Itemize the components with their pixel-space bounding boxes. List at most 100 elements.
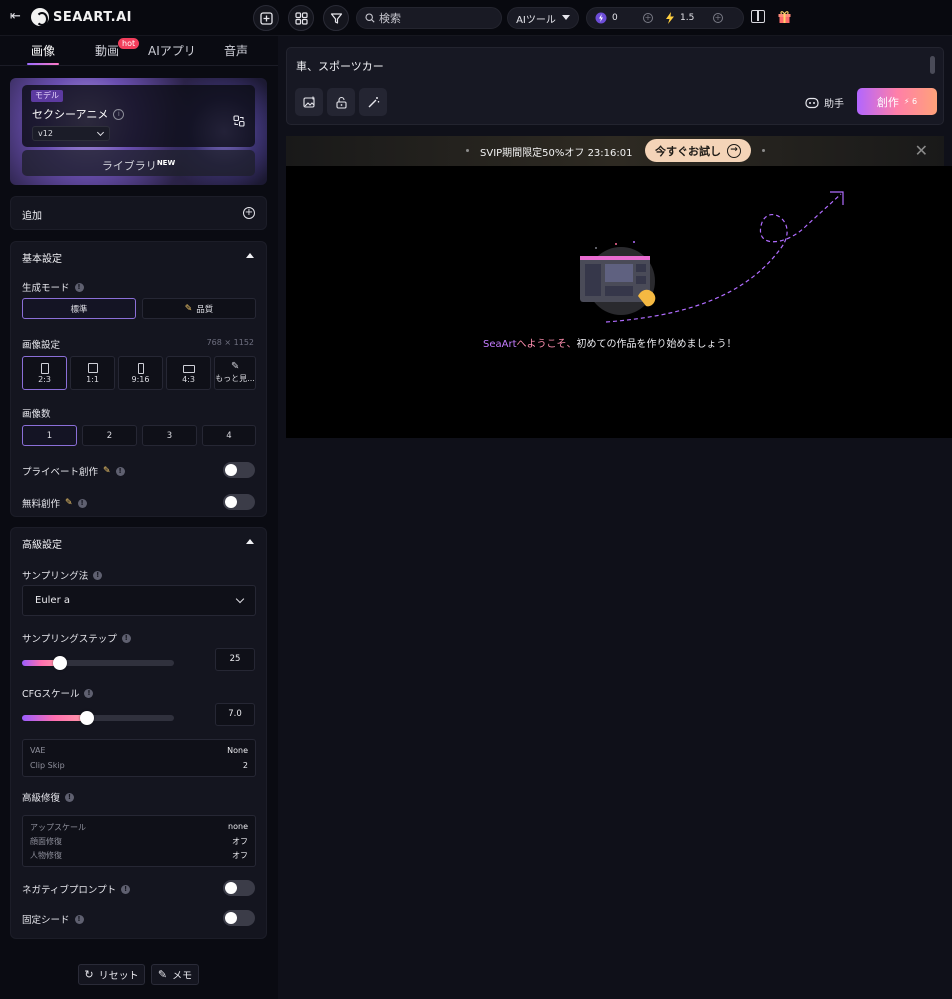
info-icon[interactable]: ! [77, 498, 87, 508]
prompt-input[interactable]: 車、スポーツカー [296, 58, 384, 74]
person-fix-value: オフ [232, 851, 248, 860]
negative-prompt-toggle[interactable] [223, 880, 255, 896]
unlock-icon [335, 96, 347, 109]
create-button[interactable]: 創作 ⚡ 6 [857, 88, 937, 115]
upscale-value: none [228, 822, 248, 831]
apps-grid-button[interactable] [288, 5, 314, 31]
prompt-scrollbar[interactable] [930, 56, 935, 74]
fix-box[interactable]: アップスケール none 顔面修復 オフ 人物修復 オフ [22, 815, 256, 867]
add-circle-icon[interactable]: + [243, 207, 255, 219]
ratio-landscape-icon [183, 365, 195, 373]
ratio-9-16-button[interactable]: 9:16 [118, 356, 163, 390]
negative-prompt-text: ネガティブプロンプト [22, 885, 117, 896]
info-icon[interactable]: ! [74, 914, 84, 924]
tab-image[interactable]: 画像 [31, 42, 55, 59]
mode-quality-button[interactable]: ✎ 品質 [142, 298, 256, 319]
info-icon[interactable]: ! [74, 282, 84, 292]
swap-model-icon[interactable] [233, 115, 245, 127]
resolution-value: 768 × 1152 [206, 338, 254, 347]
ai-tools-dropdown[interactable]: AIツール [507, 7, 579, 29]
ratio-2-3-button[interactable]: 2:3 [22, 356, 67, 390]
cfg-input[interactable]: 7.0 [215, 703, 255, 726]
info-icon[interactable]: ! [65, 792, 75, 802]
ratio-tall-icon [138, 363, 144, 374]
add-panel[interactable]: 追加 + [10, 196, 267, 230]
memo-button[interactable]: ✎ メモ [151, 964, 199, 985]
ratio-label: 2:3 [38, 375, 51, 384]
caret-down-icon [561, 15, 570, 20]
model-version-select[interactable]: v12 [32, 126, 110, 141]
private-create-toggle[interactable] [223, 462, 255, 478]
cfg-slider[interactable] [22, 711, 174, 725]
credit-a: 0 + [595, 12, 665, 24]
count-2-button[interactable]: 2 [82, 425, 137, 446]
info-icon[interactable]: ! [121, 884, 131, 894]
tab-video[interactable]: 動画 [95, 42, 119, 59]
try-now-button[interactable]: 今すぐお試し → [645, 139, 751, 162]
pen-icon: ✎ [65, 498, 73, 508]
create-cost-value: 6 [912, 97, 918, 106]
info-icon[interactable]: ! [93, 570, 103, 580]
count-1-button[interactable]: 1 [22, 425, 77, 446]
steps-slider-thumb[interactable] [53, 656, 67, 670]
image-reference-button[interactable] [295, 88, 323, 116]
private-create-text: プライベート創作 [22, 467, 99, 478]
ratio-1-1-button[interactable]: 1:1 [70, 356, 115, 390]
fix-text: 高級修復 [22, 793, 61, 804]
logo[interactable]: SEAART.AI [31, 8, 132, 26]
count-4-button[interactable]: 4 [202, 425, 256, 446]
ratio-4-3-button[interactable]: 4:3 [166, 356, 211, 390]
assistant-button[interactable]: 助手 [805, 95, 844, 110]
create-cost: ⚡ 6 [903, 97, 918, 106]
tab-ai-apps[interactable]: AIアプリ [148, 42, 196, 59]
steps-input[interactable]: 25 [215, 648, 255, 671]
ratio-label: もっと見... [215, 374, 255, 383]
new-project-button[interactable] [253, 5, 279, 31]
generation-mode-text: 生成モード [22, 283, 70, 294]
brand-name: SEAART.AI [53, 9, 133, 25]
mode-standard-button[interactable]: 標準 [22, 298, 136, 319]
hot-badge: hot [118, 38, 140, 49]
info-icon[interactable]: ! [115, 466, 125, 476]
info-icon[interactable]: i [113, 108, 125, 120]
collapse-advanced-icon[interactable] [246, 539, 254, 544]
info-icon[interactable]: ! [84, 688, 94, 698]
image-count-text: 画像数 [22, 409, 51, 420]
mode-tabs: 画像 動画 hot AIアプリ 音声 [0, 36, 278, 66]
fixed-seed-toggle[interactable] [223, 910, 255, 926]
gift-icon[interactable] [777, 9, 792, 24]
cfg-text: CFGスケール [22, 689, 80, 700]
welcome-message: SeaArtへようこそ、初めての作品を作り始めましょう！ [483, 335, 737, 350]
close-icon[interactable]: ✕ [915, 143, 928, 159]
collapse-sidebar-icon[interactable]: ⇤ [10, 9, 26, 25]
add-credit-b-icon[interactable]: + [713, 13, 723, 23]
filter-button[interactable] [323, 5, 349, 31]
reset-button[interactable]: ↻ リセット [78, 964, 145, 985]
info-icon[interactable]: ! [121, 633, 131, 643]
sampler-select[interactable]: Euler a [22, 585, 256, 616]
book-icon[interactable] [751, 10, 765, 23]
steps-slider[interactable] [22, 656, 174, 670]
model-name-row: セクシーアニメ i [32, 106, 125, 122]
model-card[interactable]: モデル セクシーアニメ i v12 ライブラリNEW [10, 78, 267, 185]
cfg-slider-thumb[interactable] [80, 711, 95, 725]
collapse-basic-icon[interactable] [246, 253, 254, 258]
left-panel: 画像 動画 hot AIアプリ 音声 モデル セクシーアニメ i v12 ライブ… [0, 36, 278, 999]
vae-box[interactable]: VAE None Clip Skip 2 [22, 739, 256, 777]
new-badge: NEW [156, 159, 176, 167]
assistant-label: 助手 [824, 99, 844, 110]
clip-skip-key: Clip Skip [30, 761, 65, 770]
add-credit-a-icon[interactable]: + [643, 13, 653, 23]
count-3-button[interactable]: 3 [142, 425, 197, 446]
basic-settings-panel: 基本設定 生成モード ! 標準 ✎ 品質 画像設定 768 × 1152 2:3… [10, 241, 267, 517]
unlock-button[interactable] [327, 88, 355, 116]
face-fix-value: オフ [232, 837, 248, 846]
free-create-toggle[interactable] [223, 494, 255, 510]
magic-wand-button[interactable] [359, 88, 387, 116]
model-version: v12 [38, 129, 53, 138]
library-button[interactable]: ライブラリNEW [22, 150, 255, 176]
ratio-more-button[interactable]: ✎ もっと見... [214, 356, 256, 390]
tab-audio[interactable]: 音声 [224, 42, 248, 59]
vae-value: None [227, 746, 248, 755]
search-input[interactable]: 検索 [356, 7, 502, 29]
